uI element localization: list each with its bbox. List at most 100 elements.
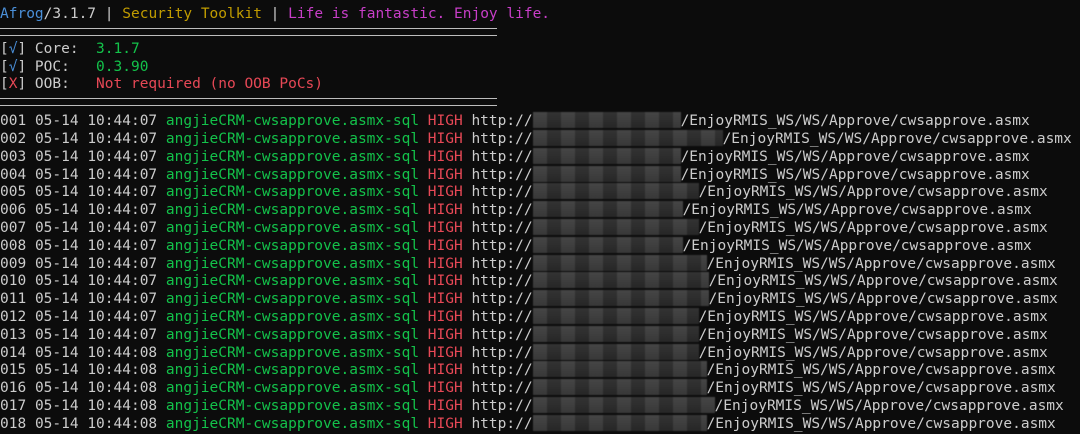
result-url-scheme: http:// — [471, 291, 533, 308]
redacted-host — [532, 396, 715, 413]
result-poc-name: angjieCRM-cwsapprove.asmx-sql — [165, 219, 420, 236]
result-index: 013 — [0, 326, 27, 343]
bracket-close: ] — [17, 40, 27, 57]
app-version: 3.1.7 — [52, 6, 97, 22]
result-severity: HIGH — [427, 291, 463, 308]
redacted-host — [532, 218, 699, 235]
result-row: 011 05-14 10:44:07 angjieCRM-cwsapprove.… — [0, 290, 1080, 308]
result-poc-name: angjieCRM-cwsapprove.asmx-sql — [165, 166, 420, 183]
redacted-host — [532, 379, 707, 396]
bracket-close: ] — [17, 76, 27, 93]
bracket-close: ] — [17, 58, 27, 75]
result-severity: HIGH — [427, 202, 463, 219]
redacted-host — [532, 201, 683, 218]
result-url-path: /EnjoyRMIS_WS/WS/Approve/cwsapprove.asmx — [698, 308, 1048, 325]
banner-separator: | — [96, 6, 123, 22]
result-url-scheme: http:// — [471, 273, 533, 290]
redacted-host — [532, 147, 681, 164]
result-url-scheme: http:// — [471, 219, 533, 236]
result-index: 006 — [0, 202, 27, 219]
result-url-path: /EnjoyRMIS_WS/WS/Approve/cwsapprove.asmx — [698, 326, 1048, 343]
divider-rule — [0, 98, 497, 107]
result-url-path: /EnjoyRMIS_WS/WS/Approve/cwsapprove.asmx — [706, 255, 1056, 272]
result-row: 007 05-14 10:44:07 angjieCRM-cwsapprove.… — [0, 218, 1080, 237]
result-severity: HIGH — [427, 326, 463, 343]
result-url-scheme: http:// — [471, 255, 533, 272]
result-row: 013 05-14 10:44:07 angjieCRM-cwsapprove.… — [0, 325, 1080, 344]
app-name: Afrog — [0, 6, 44, 22]
result-url-path: /EnjoyRMIS_WS/WS/Approve/cwsapprove.asmx — [698, 344, 1048, 361]
result-index: 009 — [0, 255, 27, 272]
result-severity: HIGH — [427, 344, 463, 361]
result-url-scheme: http:// — [471, 148, 533, 165]
result-timestamp: 05-14 10:44:07 — [34, 255, 158, 272]
status-line: [√] Core: 3.1.7 — [0, 41, 1080, 59]
result-severity: HIGH — [427, 415, 463, 432]
status-value: 0.3.90 — [96, 58, 149, 75]
result-url-scheme: http:// — [471, 202, 533, 219]
result-timestamp: 05-14 10:44:07 — [34, 166, 158, 183]
result-timestamp: 05-14 10:44:07 — [34, 130, 158, 147]
result-poc-name: angjieCRM-cwsapprove.asmx-sql — [165, 291, 420, 308]
result-poc-name: angjieCRM-cwsapprove.asmx-sql — [165, 237, 420, 254]
result-row: 004 05-14 10:44:07 angjieCRM-cwsapprove.… — [0, 165, 1080, 184]
result-url-scheme: http:// — [471, 380, 533, 397]
result-url-path: /EnjoyRMIS_WS/WS/Approve/cwsapprove.asmx — [708, 291, 1058, 308]
result-timestamp: 05-14 10:44:08 — [34, 415, 158, 432]
result-timestamp: 05-14 10:44:07 — [34, 273, 158, 290]
result-url-path: /EnjoyRMIS_WS/WS/Approve/cwsapprove.asmx — [708, 273, 1058, 290]
result-row: 014 05-14 10:44:08 angjieCRM-cwsapprove.… — [0, 343, 1080, 362]
results-list: 001 05-14 10:44:07 angjieCRM-cwsapprove.… — [0, 112, 1080, 432]
result-severity: HIGH — [427, 113, 463, 130]
result-url-path: /EnjoyRMIS_WS/WS/Approve/cwsapprove.asmx — [682, 202, 1032, 219]
result-url-path: /EnjoyRMIS_WS/WS/Approve/cwsapprove.asmx — [680, 166, 1030, 183]
result-timestamp: 05-14 10:44:07 — [34, 326, 158, 343]
result-row: 006 05-14 10:44:07 angjieCRM-cwsapprove.… — [0, 201, 1080, 219]
result-url-path: /EnjoyRMIS_WS/WS/Approve/cwsapprove.asmx — [714, 397, 1064, 414]
result-poc-name: angjieCRM-cwsapprove.asmx-sql — [165, 415, 420, 432]
result-severity: HIGH — [427, 397, 463, 414]
banner-line: Afrog/3.1.7 | Security Toolkit | Life is… — [0, 6, 1080, 24]
status-label: POC: — [26, 58, 97, 75]
result-url-path: /EnjoyRMIS_WS/WS/Approve/cwsapprove.asmx — [706, 380, 1056, 397]
result-row: 005 05-14 10:44:07 angjieCRM-cwsapprove.… — [0, 183, 1080, 201]
result-url-scheme: http:// — [471, 362, 533, 379]
result-url-path: /EnjoyRMIS_WS/WS/Approve/cwsapprove.asmx — [706, 362, 1056, 379]
status-label: Core: — [26, 40, 97, 57]
result-row: 008 05-14 10:44:07 angjieCRM-cwsapprove.… — [0, 236, 1080, 255]
result-row: 016 05-14 10:44:08 angjieCRM-cwsapprove.… — [0, 379, 1080, 397]
result-timestamp: 05-14 10:44:07 — [34, 291, 158, 308]
redacted-host — [532, 290, 709, 307]
result-poc-name: angjieCRM-cwsapprove.asmx-sql — [165, 380, 420, 397]
result-url-path: /EnjoyRMIS_WS/WS/Approve/cwsapprove.asmx — [698, 219, 1048, 236]
status-value: Not required (no OOB PoCs) — [96, 76, 324, 93]
result-timestamp: 05-14 10:44:08 — [34, 344, 158, 361]
result-index: 005 — [0, 184, 27, 201]
redacted-host — [532, 414, 707, 431]
result-index: 010 — [0, 273, 27, 290]
result-timestamp: 05-14 10:44:07 — [34, 308, 158, 325]
result-url-path: /EnjoyRMIS_WS/WS/Approve/cwsapprove.asmx — [682, 237, 1032, 254]
redacted-host — [532, 165, 681, 182]
result-url-scheme: http:// — [471, 237, 533, 254]
result-severity: HIGH — [427, 219, 463, 236]
result-timestamp: 05-14 10:44:07 — [34, 237, 158, 254]
result-timestamp: 05-14 10:44:08 — [34, 362, 158, 379]
result-poc-name: angjieCRM-cwsapprove.asmx-sql — [165, 184, 420, 201]
result-url-scheme: http:// — [471, 397, 533, 414]
toolkit-label: Security Toolkit — [122, 6, 262, 22]
result-timestamp: 05-14 10:44:08 — [34, 397, 158, 414]
result-index: 014 — [0, 344, 27, 361]
status-label: OOB: — [26, 76, 97, 93]
result-index: 015 — [0, 362, 27, 379]
result-url-path: /EnjoyRMIS_WS/WS/Approve/cwsapprove.asmx — [722, 130, 1072, 147]
status-value: 3.1.7 — [96, 40, 140, 57]
result-index: 012 — [0, 308, 27, 325]
result-url-scheme: http:// — [471, 415, 533, 432]
result-row: 017 05-14 10:44:08 angjieCRM-cwsapprove.… — [0, 396, 1080, 415]
result-poc-name: angjieCRM-cwsapprove.asmx-sql — [165, 362, 420, 379]
result-severity: HIGH — [427, 308, 463, 325]
result-severity: HIGH — [427, 255, 463, 272]
result-index: 017 — [0, 397, 27, 414]
redacted-host — [532, 254, 707, 271]
